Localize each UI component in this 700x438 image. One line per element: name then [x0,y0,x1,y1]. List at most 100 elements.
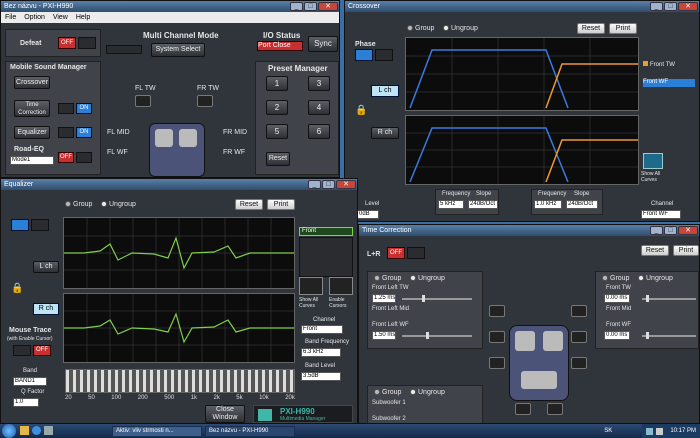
system-select-button[interactable]: System Select [151,43,205,57]
xo-print-button[interactable]: Print [609,23,637,34]
tc-left-ungroup[interactable]: Ungroup [410,275,445,282]
eq-ungroup-radio[interactable]: Ungroup [101,201,136,208]
eq-close-window-button[interactable]: Close Window [205,405,245,423]
eq-group-radio[interactable]: Group [65,201,92,208]
start-button[interactable] [2,424,16,438]
eq-band-sliders[interactable] [65,369,295,393]
eq-minimize-button[interactable]: _ [308,180,321,189]
xo-lch-button[interactable]: L ch [371,85,399,97]
eq-show-all-icon[interactable] [299,277,323,295]
tc-fr-wf-knob[interactable] [646,332,649,339]
eq-print-button[interactable]: Print [267,199,295,210]
preset-5[interactable]: 4 [308,100,330,115]
language-indicator[interactable]: SK [604,428,612,434]
minimize-button[interactable]: _ [290,2,303,11]
tc-print-button[interactable]: Print [673,245,699,256]
phase-normal[interactable] [355,49,373,61]
menu-option[interactable]: Option [24,14,45,21]
road-eq-on[interactable] [76,152,92,163]
xo-maximize-button[interactable]: □ [664,2,677,11]
desktop-icon[interactable] [44,426,53,435]
eq-mode-button-2[interactable] [31,219,49,231]
maximize-button[interactable]: □ [304,2,317,11]
equalizer-off[interactable] [58,127,74,138]
tray-network-icon[interactable] [646,427,654,435]
taskbar-item-pxi[interactable]: Bez názvu - PXI-H990 [205,425,295,437]
xo-freq1-select[interactable]: 5 kHz [438,200,464,209]
preset-1[interactable]: 1 [266,76,288,91]
tc-left-group[interactable]: Group [374,275,401,282]
eq-channel-select[interactable]: Front [301,325,343,334]
eq-reset-button[interactable]: Reset [235,199,263,210]
eq-mode-button[interactable] [11,219,29,231]
sync-button[interactable]: Sync [308,36,338,52]
tc-fl-wf-value[interactable]: 1.50 ms [372,331,396,340]
xo-channel-select[interactable]: Front WF [641,210,681,219]
xo-show-all-icon[interactable] [643,153,663,169]
tc-fr-tw-value[interactable]: 0.00 ms [604,294,630,303]
tc-fl-tw-speaker[interactable] [489,305,505,317]
tc-sub-speaker-1[interactable] [515,403,531,415]
road-eq-mode-select[interactable]: Mode1 [10,156,54,165]
xo-slope1-select[interactable]: 24dB/Oct [468,200,498,209]
tc-reset-button[interactable]: Reset [641,245,669,256]
preset-3[interactable]: 5 [266,124,288,139]
taskbar-item-document[interactable]: Aktiv: vliv strmosti n... [112,425,202,437]
xo-ungroup-radio[interactable]: Ungroup [443,25,478,32]
eq-enable-cursors-icon[interactable] [329,277,353,295]
tc-minimize-button[interactable]: _ [650,226,663,235]
menu-file[interactable]: File [5,14,16,21]
equalizer-on[interactable]: ON [76,127,92,138]
preset-2[interactable]: 2 [266,100,288,115]
phase-reverse[interactable] [375,49,393,61]
tc-sub-ungroup[interactable]: Ungroup [410,389,445,396]
tc-maximize-button[interactable]: □ [664,226,677,235]
eq-lch-button[interactable]: L ch [33,261,59,273]
tray-volume-icon[interactable] [656,427,664,435]
fl-tw-speaker[interactable] [135,95,151,107]
eq-band-select[interactable]: BAND1 [13,377,47,386]
eq-band-freq-select[interactable]: 6.3 kHz [301,348,341,357]
xo-reset-button[interactable]: Reset [577,23,605,34]
eq-rch-button[interactable]: R ch [33,303,59,315]
tc-fl-tw-slider[interactable] [402,295,472,302]
clock[interactable]: 10:17 PM [670,428,696,434]
time-correction-button[interactable]: Time Correction [14,100,50,117]
tc-lr-off[interactable]: OFF [387,247,405,259]
tc-fl-tw-value[interactable]: 1.25 ms [372,294,396,303]
preset-reset-button[interactable]: Reset [266,152,290,166]
tc-fl-wf-speaker[interactable] [489,357,505,369]
mouse-trace-off[interactable]: OFF [33,345,51,356]
tc-fl-wf-knob[interactable] [426,332,429,339]
time-correction-off[interactable] [58,103,74,114]
tc-fr-tw-speaker[interactable] [571,305,587,317]
xo-group-radio[interactable]: Group [407,25,434,32]
road-eq-off[interactable]: OFF [58,152,74,163]
menu-view[interactable]: View [53,14,68,21]
browser-icon[interactable] [32,426,41,435]
eq-band-level-select[interactable]: 3.5dB [301,372,341,381]
tc-fr-tw-slider[interactable] [642,295,696,302]
menu-help[interactable]: Help [76,14,90,21]
eq-close-button[interactable]: ✕ [336,180,356,189]
defeat-off-button[interactable]: OFF [58,37,76,49]
tc-fl-wf-slider[interactable] [402,332,472,339]
xo-close-button[interactable]: ✕ [678,2,698,11]
tc-sub-group[interactable]: Group [374,389,401,396]
defeat-on-button[interactable] [78,37,96,49]
explorer-icon[interactable] [20,426,29,435]
tc-fl-mid-speaker[interactable] [489,331,505,343]
xo-level-select[interactable]: 0dB [357,210,379,219]
tc-fr-wf-value[interactable]: 0.00 ms [604,331,630,340]
equalizer-button[interactable]: Equalizer [14,126,50,139]
tc-lr-on[interactable] [407,247,425,259]
preset-6[interactable]: 6 [308,124,330,139]
tc-fr-wf-slider[interactable] [642,332,696,339]
tc-fr-wf-speaker[interactable] [571,357,587,369]
tc-close-button[interactable]: ✕ [678,226,698,235]
eq-maximize-button[interactable]: □ [322,180,335,189]
tc-fr-mid-speaker[interactable] [571,331,587,343]
crossover-button[interactable]: Crossover [14,76,50,89]
time-correction-on[interactable]: ON [76,103,92,114]
close-button[interactable]: ✕ [318,2,338,11]
